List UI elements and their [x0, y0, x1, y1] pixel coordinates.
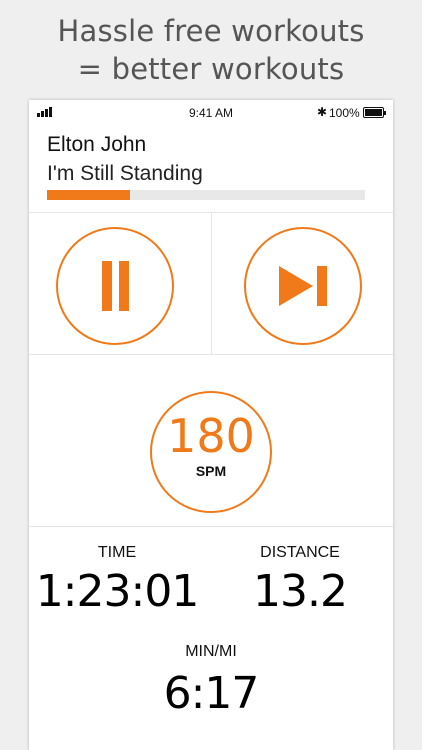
bluetooth-icon: ✱: [317, 105, 328, 119]
status-bar: 9:41 AM ✱ 100%: [29, 100, 393, 124]
headline-line-1: Hassle free workouts: [57, 14, 365, 48]
divider: [29, 526, 393, 527]
pace-label: MIN/MI: [185, 643, 237, 660]
battery-percent: 100%: [329, 106, 360, 120]
pace-value: 6:17: [163, 668, 260, 719]
headline-line-2: = better workouts: [77, 52, 345, 86]
pause-icon: [102, 261, 129, 311]
pause-button[interactable]: [56, 227, 174, 345]
battery-icon: [363, 107, 386, 118]
cadence-display: 180 SPM: [150, 391, 272, 513]
divider: [211, 212, 212, 354]
track-title: I'm Still Standing: [47, 162, 203, 185]
skip-next-icon: [279, 266, 327, 306]
divider: [29, 354, 393, 355]
phone-screen: 9:41 AM ✱ 100% Elton John I'm Still Stan…: [29, 100, 393, 750]
skip-next-button[interactable]: [244, 227, 362, 345]
distance-value: 13.2: [253, 566, 348, 617]
cadence-unit: SPM: [195, 463, 227, 479]
time-value: 1:23:01: [35, 566, 200, 617]
distance-label: DISTANCE: [260, 544, 340, 561]
artist-name: Elton John: [47, 133, 147, 156]
cadence-value: 180: [167, 409, 255, 463]
time-label: TIME: [97, 544, 137, 561]
promo-headline: Hassle free workouts = better workouts: [0, 12, 422, 88]
track-progress-fill: [47, 190, 130, 200]
track-progress-bar[interactable]: [47, 190, 365, 200]
